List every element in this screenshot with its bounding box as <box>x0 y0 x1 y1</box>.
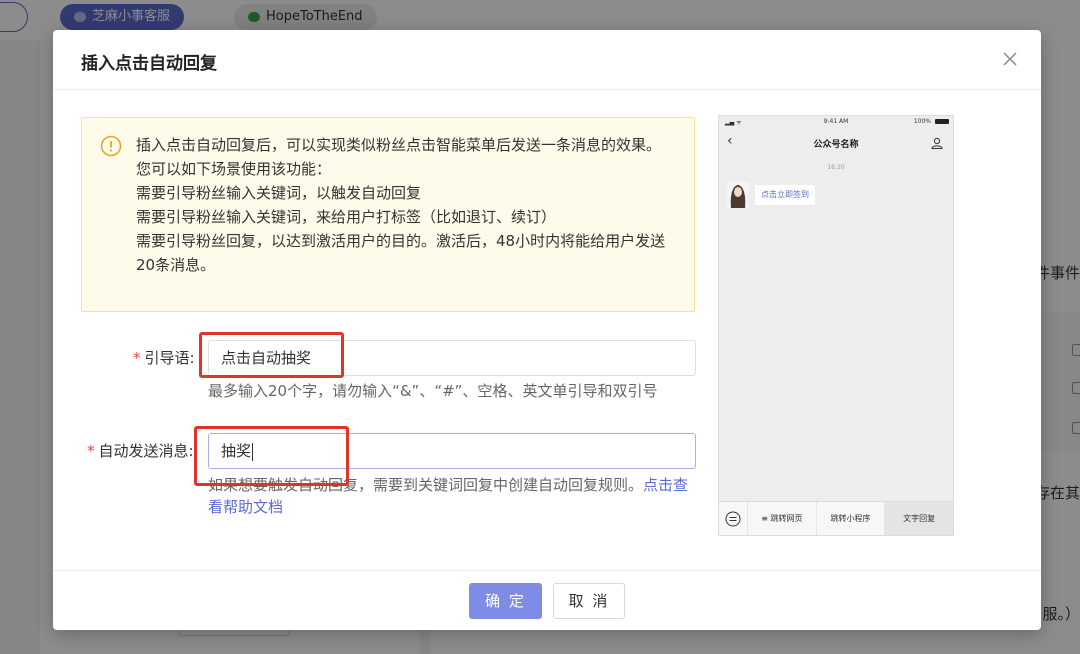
dialog-footer: 确 定 取 消 <box>53 570 1041 630</box>
notice-line: 需要引导粉丝输入关键词，以触发自动回复 <box>136 184 422 202</box>
guide-label: * 引导语: <box>133 347 195 368</box>
warning-icon <box>100 135 122 157</box>
auto-message-input-value: 抽奖 <box>221 442 252 460</box>
menu-item-webpage: ≡ 跳转网页 <box>747 502 816 535</box>
message-bubble: 点击立即签到 <box>755 185 815 205</box>
phone-nav-bar: ‹ 公众号名称 <box>719 130 953 156</box>
notice-line: 需要引导粉丝输入关键词，来给用户打标签（比如退订、续订） <box>136 208 557 226</box>
notice-text: 插入点击自动回复后，可以实现类似粉丝点击智能菜单后发送一条消息的效果。 您可以如… <box>136 133 681 277</box>
phone-preview: ▂▄ ᯤ 9:41 AM 100% ‹ 公众号名称 16:20 点击立即签到 ≡… <box>718 115 954 536</box>
account-name: 公众号名称 <box>813 140 859 150</box>
close-icon[interactable] <box>999 48 1021 70</box>
required-mark: * <box>133 349 141 367</box>
auto-message-input[interactable]: 抽奖 <box>208 433 696 469</box>
info-notice: 插入点击自动回复后，可以实现类似粉丝点击智能菜单后发送一条消息的效果。 您可以如… <box>81 117 695 312</box>
notice-line: 需要引导粉丝回复，以达到激活用户的目的。激活后，48小时内将能给用户发送20条消… <box>136 232 666 274</box>
auto-message-hint: 如果想要触发自动回复，需要到关键词回复中创建自动回复规则。点击查看帮助文档 <box>208 474 698 518</box>
required-mark: * <box>87 442 95 460</box>
guide-input[interactable]: 点击自动抽奖 <box>208 340 696 376</box>
text-caret <box>252 442 254 461</box>
menu-item-miniprogram: 跳转小程序 <box>815 502 885 535</box>
keyboard-icon <box>725 511 741 526</box>
keyboard-toggle <box>719 502 747 535</box>
insert-click-reply-dialog: 插入点击自动回复 插入点击自动回复后，可以实现类似粉丝点击智能菜单后发送一条消息… <box>53 30 1041 630</box>
auto-message-label-text: 自动发送消息: <box>98 442 194 460</box>
dialog-header: 插入点击自动回复 <box>53 30 1041 90</box>
avatar <box>727 182 749 208</box>
user-icon <box>931 137 943 149</box>
notice-line: 插入点击自动回复后，可以实现类似粉丝点击智能菜单后发送一条消息的效果。 <box>136 136 662 154</box>
guide-label-text: 引导语: <box>144 349 195 367</box>
status-battery: 100% <box>913 118 931 125</box>
message-time: 16:20 <box>827 164 845 171</box>
battery-icon <box>935 119 949 124</box>
confirm-button[interactable]: 确 定 <box>469 583 542 619</box>
phone-menu-bar: ≡ 跳转网页 跳转小程序 文字回复 <box>719 501 954 535</box>
guide-input-value: 点击自动抽奖 <box>221 349 312 367</box>
guide-hint: 最多输入20个字，请勿输入“&”、“#”、空格、英文单引导和双引号 <box>208 382 658 400</box>
auto-message-hint-text: 如果想要触发自动回复，需要到关键词回复中创建自动回复规则。 <box>208 476 644 494</box>
menu-item-text-reply: 文字回复 <box>884 502 954 535</box>
dialog-title: 插入点击自动回复 <box>81 54 217 74</box>
cancel-button[interactable]: 取 消 <box>553 583 625 619</box>
auto-message-label: * 自动发送消息: <box>87 440 194 461</box>
notice-line: 您可以如下场景使用该功能： <box>136 160 332 178</box>
phone-status-bar: ▂▄ ᯤ 9:41 AM 100% <box>719 116 953 128</box>
